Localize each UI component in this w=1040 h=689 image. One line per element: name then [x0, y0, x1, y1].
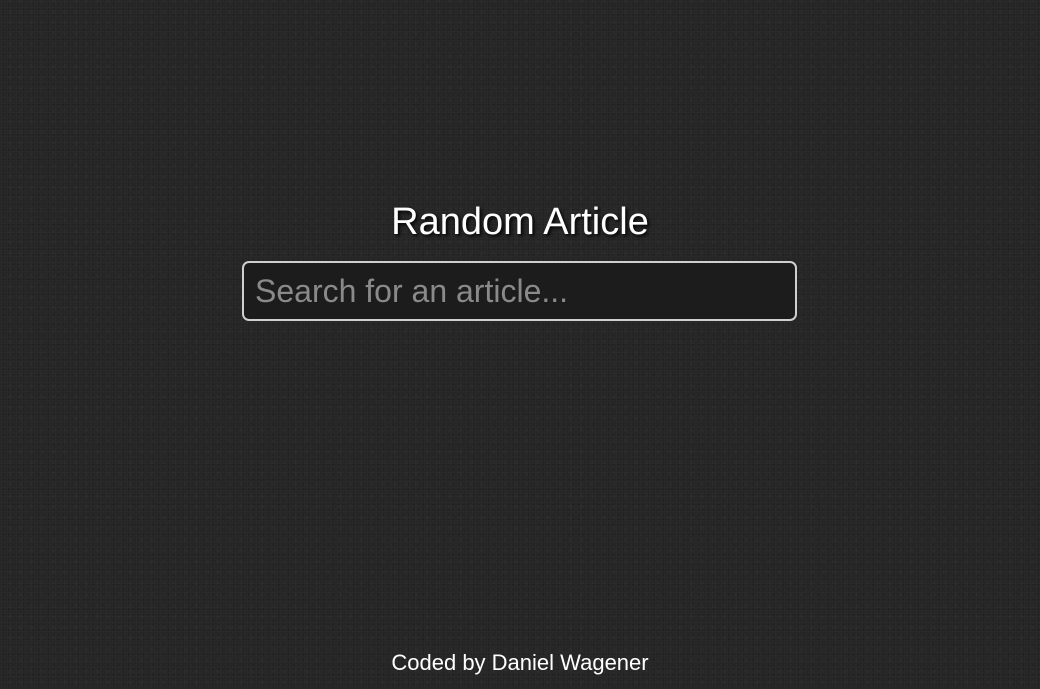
page-title: Random Article: [391, 201, 649, 243]
search-container: [242, 261, 797, 321]
search-input[interactable]: [242, 261, 797, 321]
footer-credit: Coded by Daniel Wagener: [391, 650, 649, 675]
